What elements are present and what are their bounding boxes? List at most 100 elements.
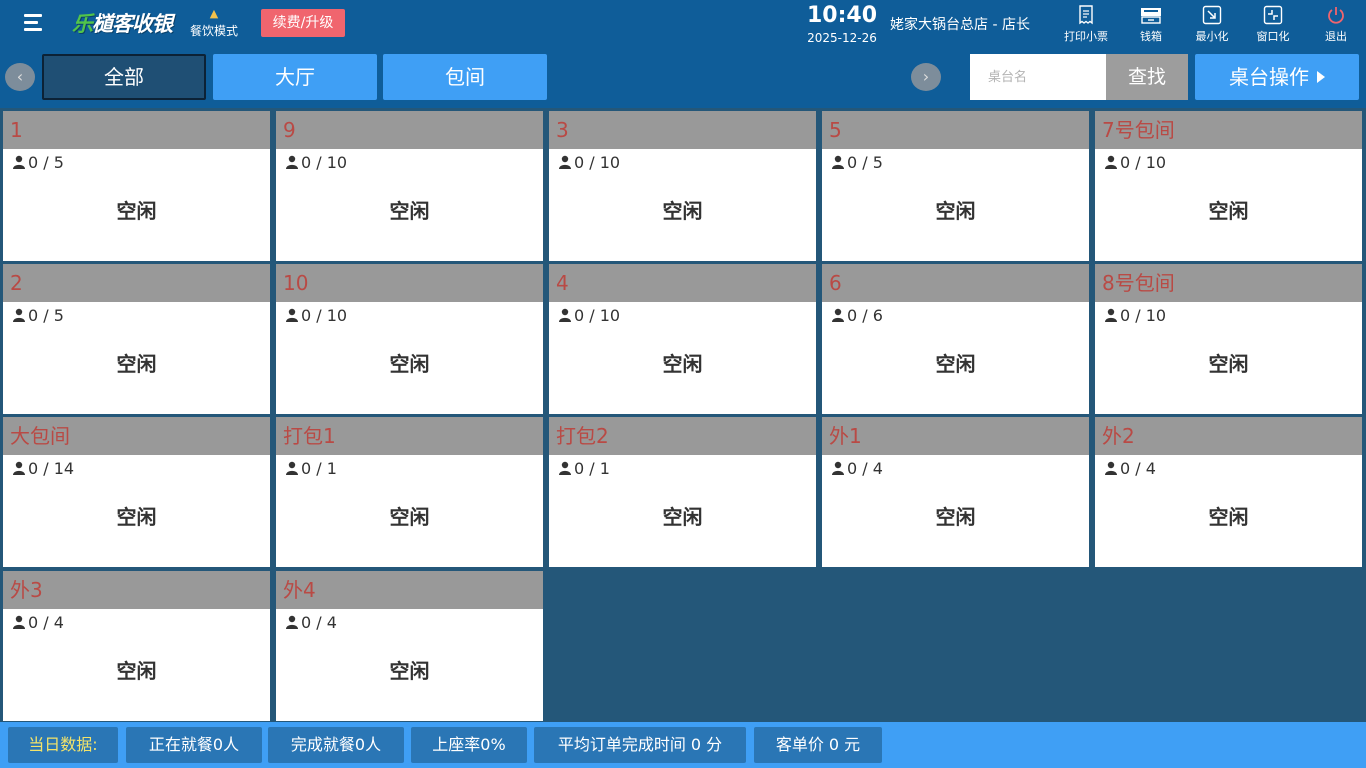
person-icon xyxy=(285,307,299,326)
table-card[interactable]: 7号包间 0 / 10 空闲 xyxy=(1095,111,1362,261)
print-receipt-button[interactable]: 打印小票 xyxy=(1060,5,1112,44)
table-card[interactable]: 6 0 / 6 空闲 xyxy=(822,264,1089,414)
table-status: 空闲 xyxy=(389,199,430,223)
seat-count-text: 0 / 4 xyxy=(1120,459,1156,478)
table-card[interactable]: 外1 0 / 4 空闲 xyxy=(822,417,1089,567)
seat-count: 0 / 10 xyxy=(558,306,620,326)
app-logo: 乐檤客收银 xyxy=(72,12,173,36)
current-date: 2025-12-26 xyxy=(807,31,877,45)
top-bar: 乐檤客收银 ▲ 餐饮模式 续费/升级 10:40 2025-12-26 姥家大锅… xyxy=(0,0,1366,46)
clock: 10:40 2025-12-26 xyxy=(800,3,884,45)
table-status: 空闲 xyxy=(389,352,430,376)
person-icon xyxy=(12,614,26,633)
table-operations-button[interactable]: 桌台操作 xyxy=(1195,54,1359,100)
seat-count: 0 / 4 xyxy=(285,613,337,633)
seat-count: 0 / 5 xyxy=(12,153,64,173)
person-icon xyxy=(831,307,845,326)
seat-count-text: 0 / 5 xyxy=(28,153,64,172)
seat-count-text: 0 / 4 xyxy=(301,613,337,632)
tab-all[interactable]: 全部 xyxy=(42,54,206,100)
table-card[interactable]: 4 0 / 10 空闲 xyxy=(549,264,816,414)
table-name: 5 xyxy=(822,111,1089,149)
seat-count-text: 0 / 10 xyxy=(1120,306,1167,325)
daily-stats-title: 当日数据: xyxy=(8,727,118,763)
dining-completed-stat: 完成就餐0人 xyxy=(268,727,404,763)
table-card[interactable]: 5 0 / 5 空闲 xyxy=(822,111,1089,261)
menu-icon[interactable] xyxy=(24,14,44,32)
table-status: 空闲 xyxy=(1208,352,1249,376)
table-name: 7号包间 xyxy=(1095,111,1362,149)
table-card[interactable]: 2 0 / 5 空闲 xyxy=(3,264,270,414)
table-card[interactable]: 1 0 / 5 空闲 xyxy=(3,111,270,261)
table-grid: 1 0 / 5 空闲 9 0 / 10 空闲 3 0 / 10 空闲 5 0 / 5 空闲 7号包间 0 … xyxy=(3,111,1363,721)
seat-count: 0 / 10 xyxy=(558,153,620,173)
seat-count-text: 0 / 5 xyxy=(847,153,883,172)
seat-count: 0 / 10 xyxy=(1104,306,1166,326)
store-user-label: 姥家大锅台总店 - 店长 xyxy=(890,17,1030,33)
table-status: 空闲 xyxy=(389,659,430,683)
table-operations-label: 桌台操作 xyxy=(1229,65,1309,89)
table-name: 3 xyxy=(549,111,816,149)
table-search-input[interactable] xyxy=(970,54,1106,100)
table-card[interactable]: 8号包间 0 / 10 空闲 xyxy=(1095,264,1362,414)
bell-icon: ▲ xyxy=(209,7,219,20)
exit-button[interactable]: 退出 xyxy=(1318,5,1354,44)
table-card[interactable]: 外2 0 / 4 空闲 xyxy=(1095,417,1362,567)
table-card[interactable]: 外3 0 / 4 空闲 xyxy=(3,571,270,721)
cash-drawer-button[interactable]: 钱箱 xyxy=(1133,5,1169,44)
table-card[interactable]: 3 0 / 10 空闲 xyxy=(549,111,816,261)
table-status: 空闲 xyxy=(389,505,430,529)
seat-count-text: 0 / 10 xyxy=(1120,153,1167,172)
table-name: 8号包间 xyxy=(1095,264,1362,302)
table-status: 空闲 xyxy=(116,505,157,529)
person-icon xyxy=(12,307,26,326)
toolbar: ‹ 全部 大厅 包间 › 查找 桌台操作 xyxy=(0,46,1366,108)
person-icon xyxy=(558,460,572,479)
daily-stats-bar: 当日数据: 正在就餐0人 完成就餐0人 上座率0% 平均订单完成时间 0 分 客… xyxy=(0,722,1366,768)
seat-count: 0 / 1 xyxy=(285,459,337,479)
cash-drawer-label: 钱箱 xyxy=(1140,30,1162,43)
seat-count: 0 / 4 xyxy=(1104,459,1156,479)
chevron-right-icon[interactable]: › xyxy=(911,63,941,91)
seat-count-text: 0 / 10 xyxy=(301,153,348,172)
table-status: 空闲 xyxy=(1208,199,1249,223)
table-card[interactable]: 大包间 0 / 14 空闲 xyxy=(3,417,270,567)
table-name: 大包间 xyxy=(3,417,270,455)
minimize-button[interactable]: 最小化 xyxy=(1190,5,1234,44)
windowed-button[interactable]: 窗口化 xyxy=(1251,5,1295,44)
minimize-icon xyxy=(1190,5,1234,25)
seat-count: 0 / 10 xyxy=(285,306,347,326)
current-time: 10:40 xyxy=(806,3,878,28)
table-name: 4 xyxy=(549,264,816,302)
seat-count: 0 / 4 xyxy=(831,459,883,479)
exit-label: 退出 xyxy=(1325,30,1347,43)
table-card[interactable]: 打包2 0 / 1 空闲 xyxy=(549,417,816,567)
print-receipt-label: 打印小票 xyxy=(1064,30,1108,43)
seat-count: 0 / 5 xyxy=(831,153,883,173)
table-status: 空闲 xyxy=(116,352,157,376)
tab-private-rooms[interactable]: 包间 xyxy=(383,54,547,100)
seat-count-text: 0 / 10 xyxy=(574,153,621,172)
table-card[interactable]: 10 0 / 10 空闲 xyxy=(276,264,543,414)
seat-count-text: 0 / 4 xyxy=(847,459,883,478)
chevron-left-icon[interactable]: ‹ xyxy=(5,63,35,91)
person-icon xyxy=(1104,154,1118,173)
person-icon xyxy=(831,460,845,479)
restaurant-mode-indicator[interactable]: ▲ 餐饮模式 xyxy=(188,8,240,39)
seat-count: 0 / 10 xyxy=(1104,153,1166,173)
minimize-label: 最小化 xyxy=(1195,30,1229,43)
tab-hall[interactable]: 大厅 xyxy=(213,54,377,100)
table-status: 空闲 xyxy=(662,199,703,223)
table-card[interactable]: 外4 0 / 4 空闲 xyxy=(276,571,543,721)
table-status: 空闲 xyxy=(662,352,703,376)
person-icon xyxy=(558,154,572,173)
table-card[interactable]: 打包1 0 / 1 空闲 xyxy=(276,417,543,567)
seat-count-text: 0 / 4 xyxy=(28,613,64,632)
mode-label: 餐饮模式 xyxy=(189,24,238,38)
table-card[interactable]: 9 0 / 10 空闲 xyxy=(276,111,543,261)
person-icon xyxy=(285,460,299,479)
renew-upgrade-button[interactable]: 续费/升级 xyxy=(261,9,345,37)
search-button[interactable]: 查找 xyxy=(1106,54,1188,100)
seat-count: 0 / 5 xyxy=(12,306,64,326)
table-status: 空闲 xyxy=(116,199,157,223)
